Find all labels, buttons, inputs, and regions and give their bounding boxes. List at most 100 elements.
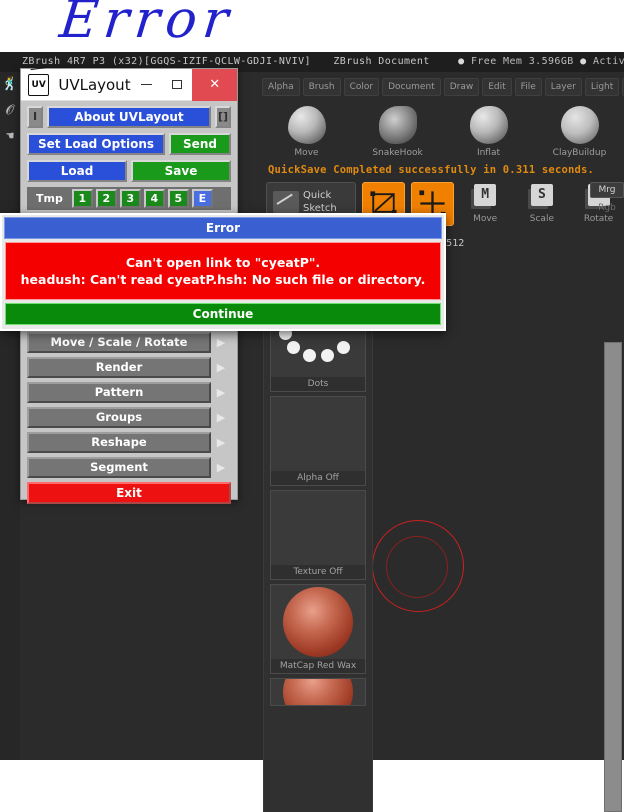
palette-label: Alpha Off [271, 471, 365, 485]
menu-item-layer[interactable]: Layer [544, 78, 582, 96]
menu-item-draw[interactable]: Draw [443, 78, 480, 96]
error-message-line-1: Can't open link to "cyeatP". [125, 255, 321, 270]
about-row: I About UVLayout [] [27, 106, 231, 128]
scroll-s-icon[interactable]: 𝓞 [0, 98, 20, 124]
uvlayout-window-title: UVLayout [58, 75, 131, 94]
brush-move[interactable]: Move [262, 102, 351, 160]
brush-thumbnail-icon [469, 106, 508, 144]
chevron-right-icon[interactable]: ▶ [211, 361, 231, 374]
error-message-line-2: headush: Can't read cyeatP.hsh: No such … [20, 272, 426, 287]
save-button[interactable]: Save [131, 160, 231, 182]
menu-button-label[interactable]: Pattern [27, 382, 211, 403]
mrg-rgb-group: Mrg Rgb [590, 182, 624, 218]
scale-glyph-icon: S [530, 184, 553, 206]
zbrush-left-shelf: 🕺 𝓞 ☚ [0, 72, 20, 760]
palette-label: Texture Off [271, 565, 365, 579]
error-dialog-message: Can't open link to "cyeatP". headush: Ca… [5, 242, 441, 300]
brush-snakehook[interactable]: SnakeHook [353, 102, 442, 160]
brush-thumbnail-icon [378, 106, 417, 144]
tmp-slot-e[interactable]: E [191, 189, 213, 208]
runner-icon[interactable]: 🕺 [0, 72, 20, 98]
screenshot-root: Error ZBrush 4R7 P3 (x32)[GGQS-IZIF-QCLW… [0, 0, 624, 812]
palette-item-alpha[interactable]: Alpha Off [270, 396, 366, 486]
move-tool-button[interactable]: M Move [460, 182, 511, 226]
brush-label: Inflat [476, 148, 501, 158]
minimize-button[interactable] [131, 69, 162, 101]
alpha-empty-thumb [271, 397, 365, 471]
send-button[interactable]: Send [169, 133, 231, 155]
load-save-row: Load Save [27, 160, 231, 182]
continue-button[interactable]: Continue [5, 303, 441, 325]
menu-row-segment[interactable]: Segment ▶ [27, 457, 231, 478]
uvlayout-logo-icon: UV [28, 73, 50, 96]
annotation-strip: Error [0, 0, 624, 52]
exit-button[interactable]: Exit [27, 482, 231, 504]
set-load-options-button[interactable]: Set Load Options [27, 133, 165, 155]
mrg-button[interactable]: Mrg [590, 182, 624, 198]
move-glyph-icon: M [474, 184, 497, 206]
menu-item-light[interactable]: Light [584, 78, 620, 96]
scale-tool-button[interactable]: S Scale [517, 182, 568, 226]
menu-item-brush[interactable]: Brush [302, 78, 341, 96]
right-handle-button[interactable]: [] [215, 106, 231, 128]
menu-row-reshape[interactable]: Reshape ▶ [27, 432, 231, 453]
load-button[interactable]: Load [27, 160, 127, 182]
chevron-right-icon[interactable]: ▶ [211, 461, 231, 474]
rgb-button[interactable]: Rgb [590, 200, 624, 216]
zbrush-version-text: ZBrush 4R7 P3 (x32)[GGQS-IZIF-QCLW-GDJI-… [22, 56, 311, 67]
menu-button-label[interactable]: Reshape [27, 432, 211, 453]
free-mem-value: Free Mem 3.596GB [470, 56, 574, 67]
hand-icon[interactable]: ☚ [0, 124, 20, 150]
menu-item-color[interactable]: Color [343, 78, 380, 96]
menu-row-render[interactable]: Render ▶ [27, 357, 231, 378]
chevron-right-icon[interactable]: ▶ [211, 386, 231, 399]
tmp-slot-4[interactable]: 4 [143, 189, 165, 208]
uvlayout-menu-list: Move / Scale / Rotate ▶ Render ▶ Pattern… [27, 332, 231, 504]
menu-button-label[interactable]: Groups [27, 407, 211, 428]
pencil-icon [273, 191, 299, 213]
tmp-slot-2[interactable]: 2 [95, 189, 117, 208]
brush-cursor-inner-circle [386, 536, 448, 598]
menu-row-move-scale-rotate[interactable]: Move / Scale / Rotate ▶ [27, 332, 231, 353]
brush-thumbnail-icon [287, 106, 326, 144]
minimize-icon [140, 83, 152, 86]
menu-item-document[interactable]: Document [382, 78, 441, 96]
tmp-slot-5[interactable]: 5 [167, 189, 189, 208]
palette-item-next-partial[interactable] [270, 678, 366, 706]
close-button[interactable]: ✕ [192, 68, 237, 101]
about-uvlayout-button[interactable]: About UVLayout [47, 106, 211, 128]
matcap-thumb-partial [271, 679, 365, 705]
chevron-right-icon[interactable]: ▶ [211, 411, 231, 424]
left-handle-button[interactable]: I [27, 106, 43, 128]
palette-label: Dots [271, 377, 365, 391]
menu-button-label[interactable]: Segment [27, 457, 211, 478]
menu-item-alpha[interactable]: Alpha [262, 78, 300, 96]
menu-button-label[interactable]: Render [27, 357, 211, 378]
tmp-slot-3[interactable]: 3 [119, 189, 141, 208]
zbrush-brush-row: Move SnakeHook Inflat ClayBuildup [262, 102, 624, 160]
tmp-slot-1[interactable]: 1 [71, 189, 93, 208]
maximize-button[interactable] [162, 69, 193, 101]
chevron-right-icon[interactable]: ▶ [211, 336, 231, 349]
move-tool-label: Move [473, 214, 498, 224]
tmp-label: Tmp [36, 192, 63, 205]
menu-button-label[interactable]: Move / Scale / Rotate [27, 332, 211, 353]
brush-claybuildup[interactable]: ClayBuildup [535, 102, 624, 160]
menu-item-edit[interactable]: Edit [482, 78, 512, 96]
quicksave-status-text: QuickSave Completed successfully in 0.31… [268, 164, 595, 176]
palette-item-texture[interactable]: Texture Off [270, 490, 366, 580]
maximize-icon [172, 80, 182, 89]
menu-row-pattern[interactable]: Pattern ▶ [27, 382, 231, 403]
brush-inflat[interactable]: Inflat [444, 102, 533, 160]
zbrush-menubar: Alpha Brush Color Document Draw Edit Fil… [262, 76, 624, 98]
zbrush-document-name: ZBrush Document [333, 56, 430, 67]
zbrush-free-memory: ● Free Mem 3.596GB ● Activ [458, 56, 624, 67]
zbrush-palette-column: Standard Dots Alpha Off Texture [263, 284, 373, 812]
chevron-right-icon[interactable]: ▶ [211, 436, 231, 449]
menu-item-file[interactable]: File [514, 78, 542, 96]
menu-row-groups[interactable]: Groups ▶ [27, 407, 231, 428]
canvas-vertical-scrollbar[interactable] [604, 342, 622, 812]
palette-item-matcap[interactable]: MatCap Red Wax [270, 584, 366, 674]
palette-label: MatCap Red Wax [271, 659, 365, 673]
uvlayout-titlebar[interactable]: UV UVLayout ✕ [21, 68, 237, 101]
